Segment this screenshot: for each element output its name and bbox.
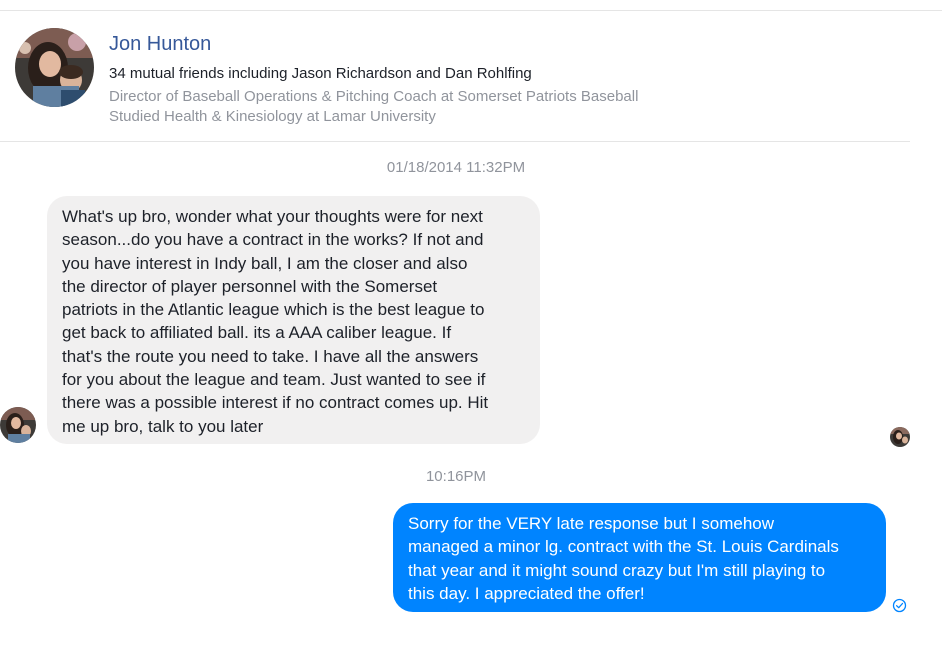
message-timestamp: 01/18/2014 11:32PM	[386, 159, 526, 176]
profile-work: Director of Baseball Operations & Pitchi…	[109, 88, 639, 105]
message-timestamp: 10:16PM	[425, 468, 487, 485]
incoming-message-bubble[interactable]: What's up bro, wonder what your thoughts…	[47, 196, 540, 444]
profile-avatar[interactable]	[15, 28, 94, 107]
outgoing-message-bubble[interactable]: Sorry for the VERY late response but I s…	[393, 503, 886, 612]
mutual-friends: 34 mutual friends including Jason Richar…	[109, 65, 532, 82]
sender-avatar[interactable]	[0, 407, 36, 443]
seen-photo-icon	[890, 427, 910, 447]
seen-avatar	[890, 427, 910, 447]
sender-photo-icon	[0, 407, 36, 443]
profile-education: Studied Health & Kinesiology at Lamar Un…	[109, 108, 436, 125]
profile-header: Jon Hunton 34 mutual friends including J…	[0, 11, 910, 142]
sent-check-icon	[892, 598, 907, 613]
profile-name[interactable]: Jon Hunton	[109, 33, 211, 56]
profile-photo-icon	[15, 28, 94, 107]
